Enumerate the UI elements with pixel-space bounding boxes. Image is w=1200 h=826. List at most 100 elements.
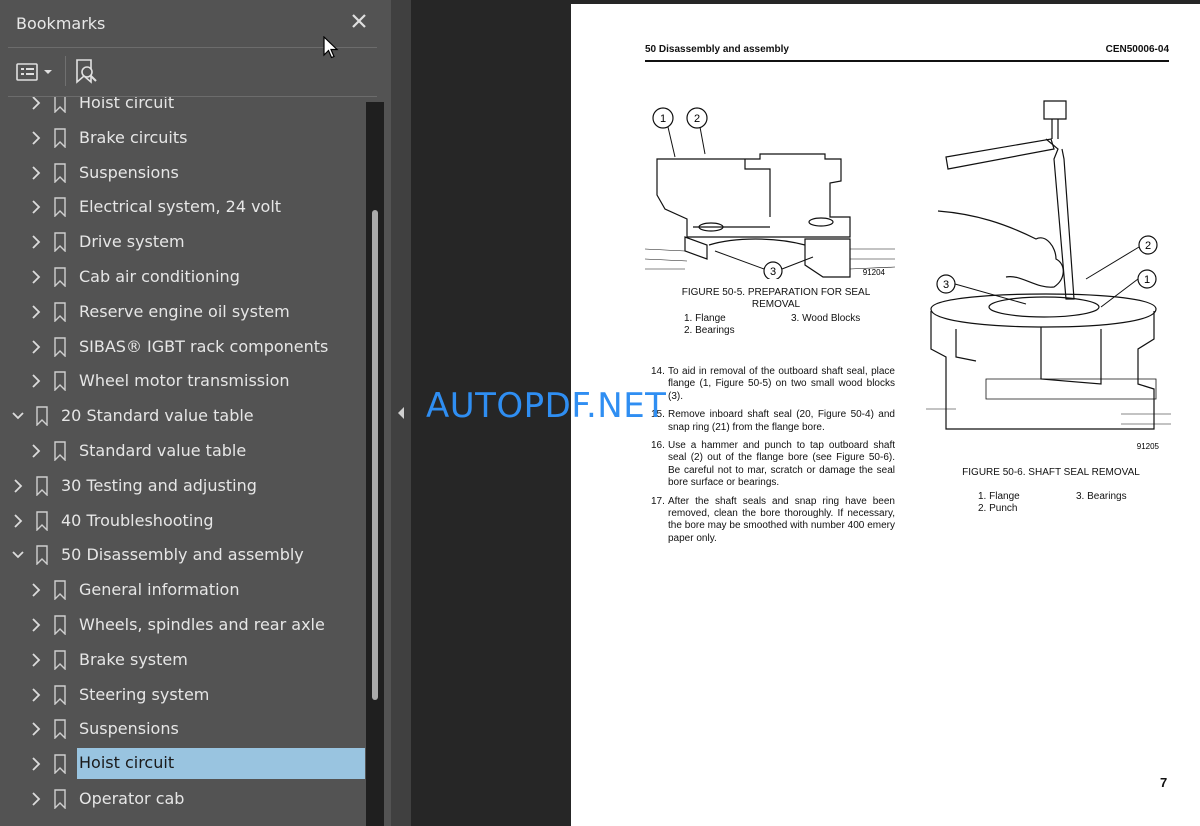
chevron-right-icon[interactable] [29,373,43,389]
chevron-right-icon[interactable] [29,199,43,215]
scrollbar[interactable] [366,102,384,826]
chevron-right-icon[interactable] [29,304,43,320]
chevron-down-icon[interactable] [11,547,25,563]
chevron-right-icon[interactable] [29,443,43,459]
bookmark-item[interactable]: Wheels, spindles and rear axle [0,608,366,642]
chevron-right-icon[interactable] [29,687,43,703]
bookmark-item[interactable]: 40 Troubleshooting [0,504,366,538]
bookmark-label: General information [79,580,240,600]
bookmark-icon [54,128,66,148]
bookmark-item[interactable]: Steering system [0,678,366,712]
page-number: 7 [1160,775,1168,790]
callout-2: 2 [694,113,700,125]
chevron-right-icon[interactable] [11,513,25,529]
step: 16. Use a hammer and punch to tap outboar… [651,440,895,489]
bookmark-item[interactable]: Drive system [0,225,366,259]
chevron-right-icon[interactable] [29,130,43,146]
options-menu-icon[interactable] [16,60,56,84]
bookmark-icon [54,302,66,322]
bookmark-item[interactable]: Reserve engine oil system [0,295,366,329]
header-rule [645,60,1169,62]
figure-50-5-illustration: 1 2 3 91204 [645,107,895,279]
bookmark-label: 30 Testing and adjusting [61,475,257,495]
bookmark-label: Suspensions [79,162,179,182]
bookmark-label: 20 Standard value table [61,406,254,426]
bookmark-label: 40 Troubleshooting [61,510,214,530]
bookmark-tree: Hoist circuit Brake circuits Suspensions El… [0,97,366,826]
callout-3: 3 [943,279,949,291]
caption-line-1: FIGURE 50-5. PREPARATION FOR SEAL [681,287,871,298]
chevron-right-icon[interactable] [29,652,43,668]
bookmark-label: Wheel motor transmission [79,371,290,391]
chevron-right-icon[interactable] [11,478,25,494]
step: 17. After the shaft seals and snap ring h… [651,495,895,544]
bookmark-icon [54,754,66,775]
callout-3: 3 [770,266,776,278]
watermark-text: AUTOPDF.NET [426,386,667,426]
callout-1: 1 [1144,274,1150,286]
callout-2: 2 [1145,240,1151,252]
legend-item: 3. Bearings [1076,491,1127,502]
bookmark-item[interactable]: Brake circuits [0,121,366,155]
bookmark-item[interactable]: Standard value table [0,434,366,468]
bookmark-item[interactable]: Hoist circuit [0,747,366,781]
procedure-steps: 14. To aid in removal of the outboard sha… [651,366,895,551]
chevron-right-icon[interactable] [29,721,43,737]
bookmark-icon [54,232,66,253]
bookmark-item[interactable]: Electrical system, 24 volt [0,190,366,224]
chevron-right-icon[interactable] [29,234,43,250]
bookmark-item[interactable]: Operator cab [0,782,366,816]
scrollbar-thumb[interactable] [372,210,378,700]
bookmark-item[interactable]: General information [0,573,366,607]
bookmark-item[interactable]: Brake system [0,643,366,677]
bookmark-icon [54,162,66,183]
bookmark-icon [54,336,66,357]
bookmark-item[interactable]: 50 Disassembly and assembly [0,538,366,572]
bookmark-label: Hoist circuit [79,97,175,112]
bookmark-icon [54,197,66,218]
bookmark-icon [36,545,48,566]
bookmark-icon [54,719,66,740]
bookmark-item[interactable]: SIBAS® IGBT rack components [0,330,366,364]
bookmark-item[interactable]: Cab air conditioning [0,260,366,294]
step: 15. Remove inboard shaft seal (20, Figure… [651,409,895,433]
legend-item: 2. Bearings [684,325,735,336]
find-bookmark-icon[interactable] [74,58,100,86]
bookmark-item[interactable]: Hoist circuit [0,97,366,120]
bookmark-label: Standard value table [79,441,247,460]
bookmark-item[interactable]: Wheel motor transmission [0,364,366,398]
bookmark-label: Electrical system, 24 volt [79,197,282,217]
chevron-right-icon[interactable] [29,269,43,285]
close-icon[interactable] [348,10,370,32]
chevron-right-icon[interactable] [29,97,43,111]
bookmark-label: Wheels, spindles and rear axle [79,615,325,634]
bookmark-label: SIBAS® IGBT rack components [79,336,329,356]
bookmark-label: Brake circuits [79,127,188,147]
chevron-right-icon[interactable] [29,339,43,355]
bookmark-item[interactable]: 30 Testing and adjusting [0,469,366,503]
page-header-section: 50 Disassembly and assembly [645,44,789,55]
panel-splitter[interactable] [391,0,411,826]
chevron-right-icon[interactable] [29,756,43,772]
chevron-right-icon[interactable] [29,582,43,598]
bookmark-item[interactable]: Suspensions [0,156,366,190]
bookmark-label: Reserve engine oil system [79,301,290,321]
panel-title: Bookmarks [16,14,106,33]
bookmark-item[interactable]: Suspensions [0,712,366,746]
chevron-right-icon[interactable] [29,617,43,633]
mouse-pointer-icon [323,36,339,59]
bookmark-icon [36,510,48,531]
bookmark-icon [54,441,66,461]
bookmark-icon [54,615,66,635]
bookmark-icon [36,406,48,427]
chevron-right-icon[interactable] [29,791,43,807]
bookmark-item[interactable]: 20 Standard value table [0,399,366,433]
bookmark-label: Operator cab [79,789,185,808]
figure-50-6-illustration: 2 1 3 91205 [926,100,1171,451]
page-header-code: CEN50006-04 [1105,44,1169,55]
bookmark-icon [54,650,66,670]
legend-item: 2. Punch [978,503,1018,514]
chevron-right-icon[interactable] [29,165,43,181]
collapse-panel-icon[interactable] [397,406,405,420]
chevron-down-icon[interactable] [11,408,25,424]
